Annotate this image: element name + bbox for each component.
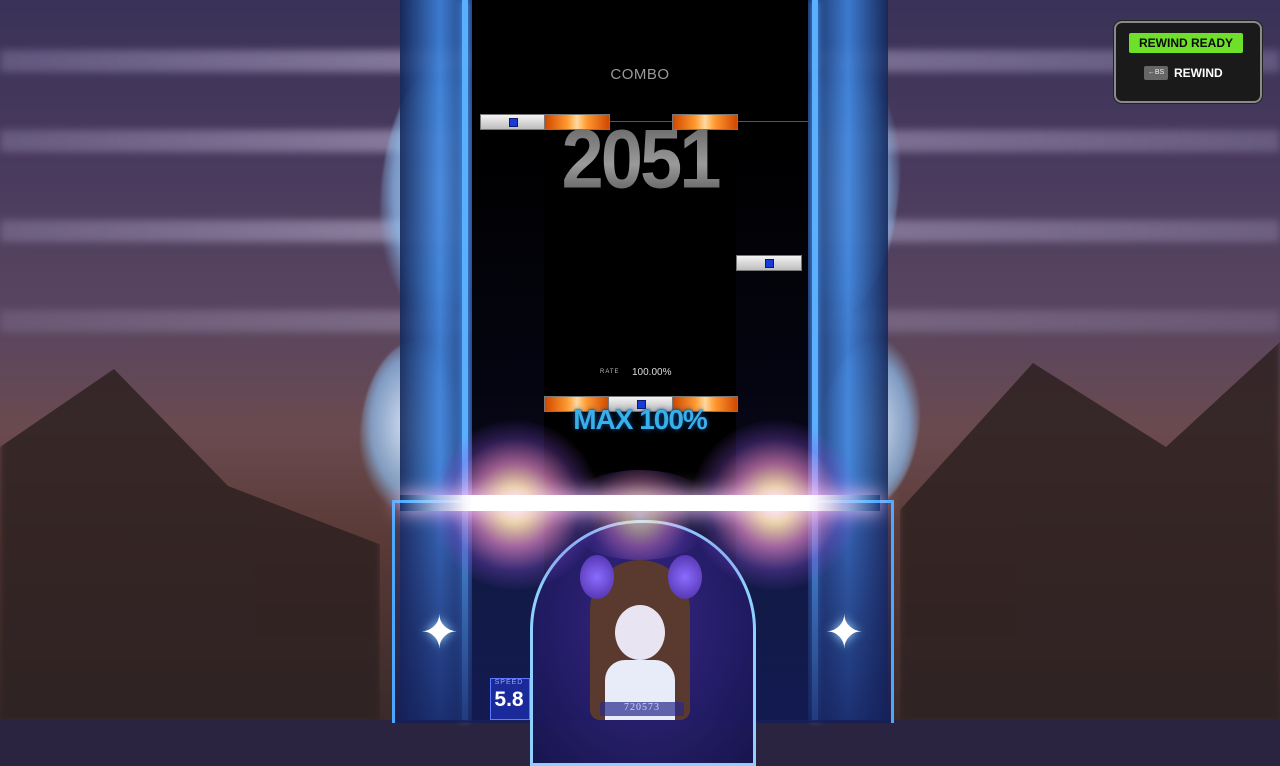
speed-value: 5.8 bbox=[494, 688, 524, 711]
note-orange bbox=[672, 114, 738, 130]
character-face bbox=[615, 605, 665, 660]
note-white bbox=[480, 114, 546, 130]
rewind-ready-badge: REWIND READY bbox=[1129, 33, 1243, 53]
rate-label: RATE bbox=[600, 369, 620, 375]
backspace-key-icon: ←BS bbox=[1144, 66, 1168, 80]
combo-label: COMBO bbox=[610, 66, 670, 83]
score-value: 720573 bbox=[624, 702, 660, 713]
character-right-horn bbox=[668, 555, 702, 599]
note-marker bbox=[509, 118, 518, 127]
judgement-text: MAX 100% bbox=[573, 404, 708, 435]
hit-burst-effect bbox=[560, 470, 720, 560]
character-left-horn bbox=[580, 555, 614, 599]
rewind-button[interactable]: REWIND bbox=[1174, 66, 1223, 80]
sparkle-icon: ✦ bbox=[420, 606, 459, 658]
sparkle-icon: ✦ bbox=[825, 606, 864, 658]
note-orange bbox=[544, 114, 610, 130]
note-white bbox=[736, 255, 802, 271]
note-marker bbox=[765, 259, 774, 268]
rate-value: 100.00% bbox=[632, 367, 672, 378]
judgement-flash-line bbox=[400, 495, 880, 511]
speed-label: SPEED bbox=[494, 679, 524, 686]
